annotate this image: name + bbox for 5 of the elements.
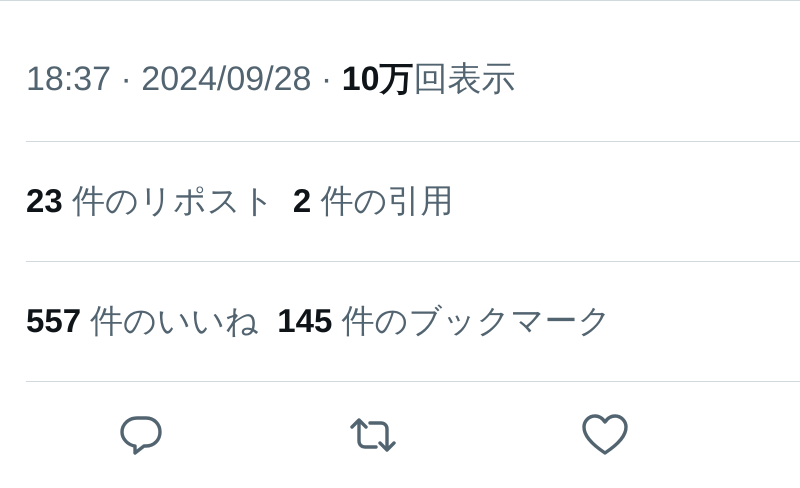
engagement-stat[interactable]: 2 件の引用 — [292, 179, 454, 224]
engagement-stat[interactable]: 557 件のいいね — [26, 299, 260, 344]
engagement-stat[interactable]: 145 件のブックマーク — [277, 299, 612, 344]
engagement-stat[interactable]: 23 件のリポスト — [26, 179, 275, 224]
timestamp-views: 18:37 · 2024/09/28 · 10万回表示 — [26, 59, 516, 100]
